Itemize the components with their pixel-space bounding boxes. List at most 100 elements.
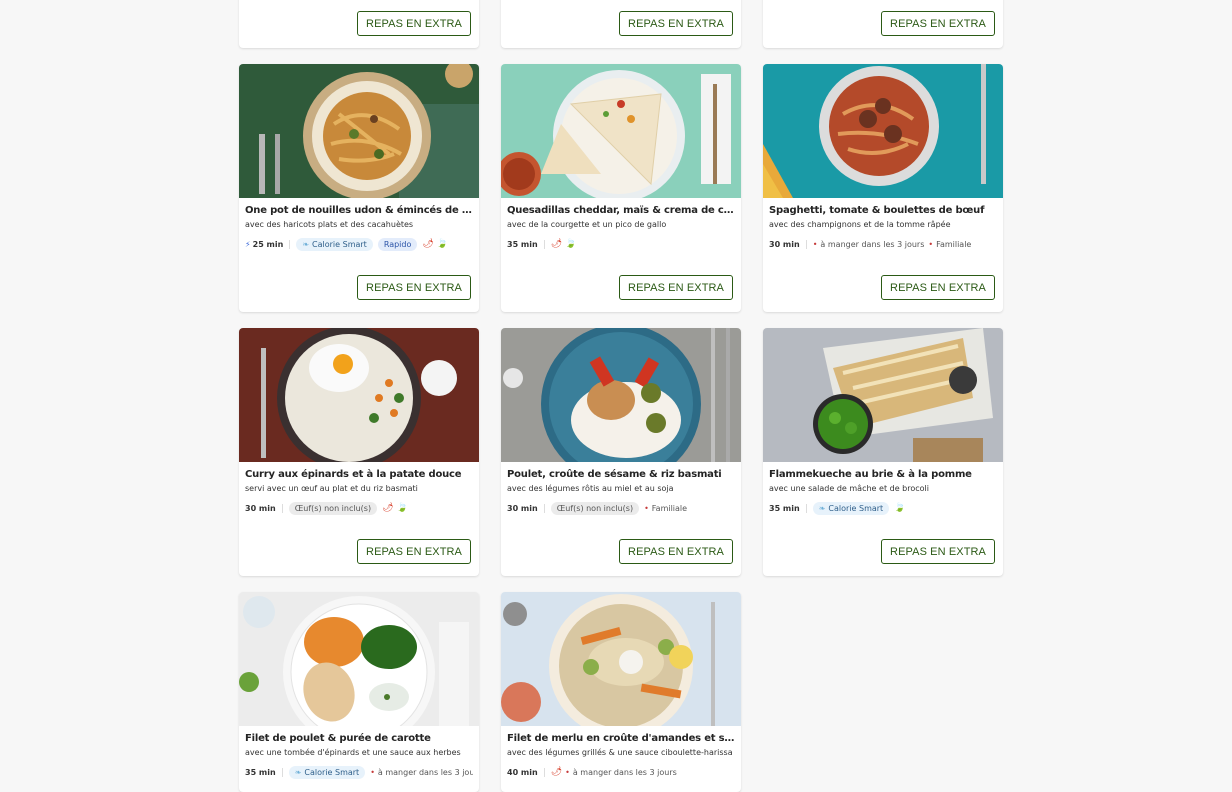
recipe-image[interactable] xyxy=(239,592,479,726)
recipe-meta: 35 min 🌶 🍃 xyxy=(507,236,735,252)
tag-dot-icon: • xyxy=(928,239,934,249)
recipe-image[interactable] xyxy=(763,64,1003,198)
recipe-subtitle: avec des légumes grillés & une sauce cib… xyxy=(507,748,733,757)
prep-time-label: 30 min xyxy=(507,503,538,513)
extra-meal-button[interactable]: REPAS EN EXTRA xyxy=(619,275,733,300)
recipe-meta: 30 min Œuf(s) non inclu(s) • Familiale xyxy=(507,500,735,516)
prep-time: 30 min xyxy=(507,503,545,513)
spicy-pepper-icon: 🌶 xyxy=(550,239,563,249)
recipe-card[interactable]: Poulet, croûte de sésame & riz basmati av… xyxy=(501,328,741,576)
recipe-image[interactable] xyxy=(501,592,741,726)
prep-time: 35 min xyxy=(507,239,545,249)
recipe-card[interactable]: Flammekueche au brie & à la pomme avec un… xyxy=(763,328,1003,576)
recipe-subtitle: avec de la courgette et un pico de gallo xyxy=(507,220,667,229)
recipe-card-partial[interactable]: REPAS EN EXTRA xyxy=(501,0,741,48)
prep-time: 40 min xyxy=(507,767,545,777)
spicy-pepper-icon: 🌶 xyxy=(550,767,563,777)
lightning-icon: ⚡ xyxy=(245,239,251,249)
badge-label: Calorie Smart xyxy=(828,503,884,513)
prep-time-label: 35 min xyxy=(507,239,538,249)
feather-icon: ❧ xyxy=(818,503,826,513)
recipe-card[interactable]: Filet de poulet & purée de carotte avec u… xyxy=(239,592,479,792)
recipe-meta: 30 min Œuf(s) non inclu(s) 🌶 🍃 xyxy=(245,500,473,516)
tag-dot-icon: • xyxy=(370,767,375,777)
extra-meal-button[interactable]: REPAS EN EXTRA xyxy=(357,275,471,300)
tag-dot-icon: • xyxy=(644,503,649,513)
recipe-title[interactable]: Curry aux épinards et à la patate douce xyxy=(245,468,473,481)
recipe-meta: 35 min ❧ Calorie Smart 🍃 xyxy=(769,500,997,516)
extra-meal-button[interactable]: REPAS EN EXTRA xyxy=(881,11,995,36)
extra-meal-button[interactable]: REPAS EN EXTRA xyxy=(881,275,995,300)
extra-meal-button[interactable]: REPAS EN EXTRA xyxy=(357,11,471,36)
extra-meal-button[interactable]: REPAS EN EXTRA xyxy=(619,11,733,36)
recipe-subtitle: avec des légumes rôtis au miel et au soj… xyxy=(507,484,674,493)
feather-icon: ❧ xyxy=(294,767,302,777)
extra-meal-button[interactable]: REPAS EN EXTRA xyxy=(619,539,733,564)
egg-not-included-badge: Œuf(s) non inclu(s) xyxy=(288,501,378,515)
egg-not-included-badge: Œuf(s) non inclu(s) xyxy=(550,501,640,515)
rapido-badge: Rapido xyxy=(377,237,418,251)
recipe-tag: à manger dans les 3 jou... xyxy=(377,767,473,777)
extra-meal-button[interactable]: REPAS EN EXTRA xyxy=(357,539,471,564)
recipe-title[interactable]: Spaghetti, tomate & boulettes de bœuf xyxy=(769,204,997,217)
recipe-title[interactable]: Flammekueche au brie & à la pomme xyxy=(769,468,997,481)
recipe-card[interactable]: Spaghetti, tomate & boulettes de bœuf ave… xyxy=(763,64,1003,312)
tag-dot-icon: • xyxy=(812,239,818,249)
recipe-card[interactable]: Curry aux épinards et à la patate douce s… xyxy=(239,328,479,576)
extra-meal-button[interactable]: REPAS EN EXTRA xyxy=(881,539,995,564)
recipe-tag: Familiale xyxy=(651,503,688,513)
badge-label: Œuf(s) non inclu(s) xyxy=(556,503,634,513)
tag-dot-icon: • xyxy=(565,767,570,777)
spicy-pepper-icon: 🌶 xyxy=(382,503,394,513)
badge-label: Œuf(s) non inclu(s) xyxy=(294,503,372,513)
recipe-card-partial[interactable]: REPAS EN EXTRA xyxy=(763,0,1003,48)
recipe-title[interactable]: Filet de poulet & purée de carotte xyxy=(245,732,473,745)
prep-time-label: 25 min xyxy=(252,239,284,249)
badge-label: Calorie Smart xyxy=(304,767,360,777)
prep-time: 35 min xyxy=(769,503,807,513)
recipe-meta: 30 min • à manger dans les 3 jours • Familia… xyxy=(769,236,997,252)
recipe-subtitle: avec une salade de mâche et de brocoli xyxy=(769,484,929,493)
spicy-pepper-icon: 🌶 xyxy=(422,239,434,249)
recipe-meta: 40 min 🌶 • à manger dans les 3 jours xyxy=(507,764,735,780)
recipe-card[interactable]: Quesadillas cheddar, maïs & crema de cit… xyxy=(501,64,741,312)
calorie-smart-badge: ❧ Calorie Smart xyxy=(288,765,366,779)
prep-time: 30 min xyxy=(769,239,807,249)
recipe-title[interactable]: Poulet, croûte de sésame & riz basmati xyxy=(507,468,735,481)
prep-time-label: 35 min xyxy=(245,767,276,777)
veggie-leaf-icon: 🍃 xyxy=(396,503,408,513)
recipe-subtitle: avec des champignons et de la tomme râpé… xyxy=(769,220,951,229)
recipe-title[interactable]: Filet de merlu en croûte d'amandes et se… xyxy=(507,732,735,745)
recipe-card[interactable]: Filet de merlu en croûte d'amandes et se… xyxy=(501,592,741,792)
recipe-image[interactable] xyxy=(501,64,741,198)
calorie-smart-badge: ❧ Calorie Smart xyxy=(812,501,890,515)
recipe-meta: 35 min ❧ Calorie Smart • à manger dans les 3… xyxy=(245,764,473,780)
recipe-tag: Familiale xyxy=(936,239,972,249)
prep-time-label: 35 min xyxy=(769,503,800,513)
recipe-image[interactable] xyxy=(239,64,479,198)
prep-time-label: 30 min xyxy=(245,503,276,513)
calorie-smart-badge: ❧ Calorie Smart xyxy=(296,237,373,251)
veggie-leaf-icon: 🍃 xyxy=(894,503,906,513)
veggie-leaf-icon: 🍃 xyxy=(436,239,449,249)
recipe-title[interactable]: One pot de nouilles udon & émincés de se… xyxy=(245,204,473,217)
recipe-subtitle: servi avec un œuf au plat et du riz basm… xyxy=(245,484,418,493)
badge-label: Calorie Smart xyxy=(312,239,367,249)
recipe-subtitle: avec des haricots plats et des cacahuète… xyxy=(245,220,414,229)
recipe-meta: ⚡ 25 min ❧ Calorie Smart Rapido 🌶 🍃 xyxy=(245,236,473,252)
recipe-image[interactable] xyxy=(501,328,741,462)
recipe-title[interactable]: Quesadillas cheddar, maïs & crema de cit… xyxy=(507,204,735,217)
recipe-grid: REPAS EN EXTRA REPAS EN EXTRA REPAS EN E… xyxy=(239,0,1003,792)
recipe-subtitle: avec une tombée d'épinards et une sauce … xyxy=(245,748,461,757)
recipe-image[interactable] xyxy=(239,328,479,462)
recipe-card-partial[interactable]: REPAS EN EXTRA xyxy=(239,0,479,48)
prep-time-label: 30 min xyxy=(769,239,800,249)
recipe-image[interactable] xyxy=(763,328,1003,462)
recipe-tag: à manger dans les 3 jours xyxy=(572,767,677,777)
prep-time-label: 40 min xyxy=(507,767,538,777)
feather-icon: ❧ xyxy=(302,239,310,249)
prep-time: 30 min xyxy=(245,503,283,513)
recipe-tag: à manger dans les 3 jours xyxy=(820,239,925,249)
prep-time: 35 min xyxy=(245,767,283,777)
recipe-card[interactable]: One pot de nouilles udon & émincés de se… xyxy=(239,64,479,312)
